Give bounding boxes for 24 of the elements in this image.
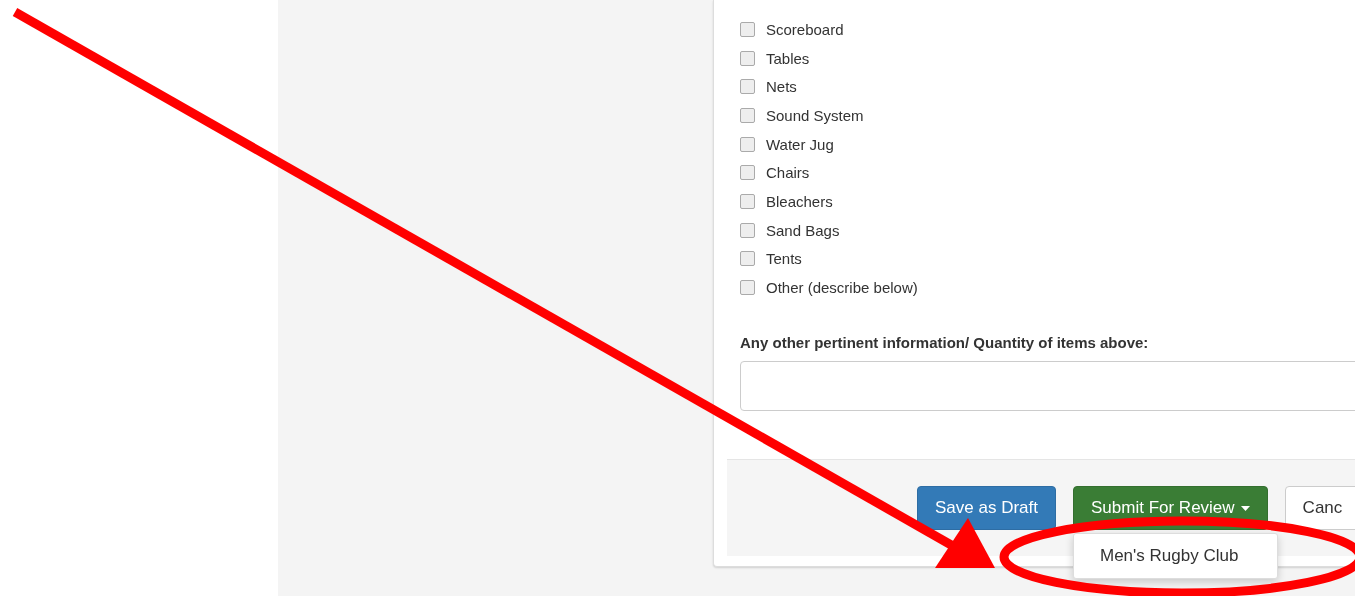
- checkbox[interactable]: [740, 165, 755, 181]
- checkbox-label: Scoreboard: [766, 20, 844, 38]
- checkbox[interactable]: [740, 136, 755, 152]
- checkbox[interactable]: [740, 222, 755, 238]
- field-label: Any other pertinent information/ Quantity of items above:: [740, 333, 1150, 351]
- checkbox-label: Sand Bags: [766, 221, 840, 239]
- checkbox[interactable]: [740, 107, 755, 123]
- checkbox-label: Water Jug: [766, 135, 834, 153]
- checkbox[interactable]: [740, 251, 755, 267]
- checkbox-label: Tables: [766, 49, 810, 67]
- checkbox[interactable]: [740, 79, 755, 95]
- save-draft-button[interactable]: Save as Draft: [917, 486, 1056, 530]
- checkbox-label: Nets: [766, 78, 797, 96]
- checkbox-label: Sound System: [766, 106, 864, 124]
- checkbox-label: Other (describe below): [766, 279, 918, 297]
- caret-icon: [1240, 505, 1250, 511]
- checkbox-label: Tents: [766, 250, 802, 268]
- checkbox[interactable]: [740, 21, 755, 37]
- checkbox-label: Chairs: [766, 164, 810, 182]
- checkbox[interactable]: [740, 193, 755, 209]
- checkbox[interactable]: [740, 280, 755, 296]
- cancel-button[interactable]: Canc: [1284, 486, 1355, 530]
- checkbox-label: Bleachers: [766, 192, 833, 210]
- checkbox[interactable]: [740, 50, 755, 66]
